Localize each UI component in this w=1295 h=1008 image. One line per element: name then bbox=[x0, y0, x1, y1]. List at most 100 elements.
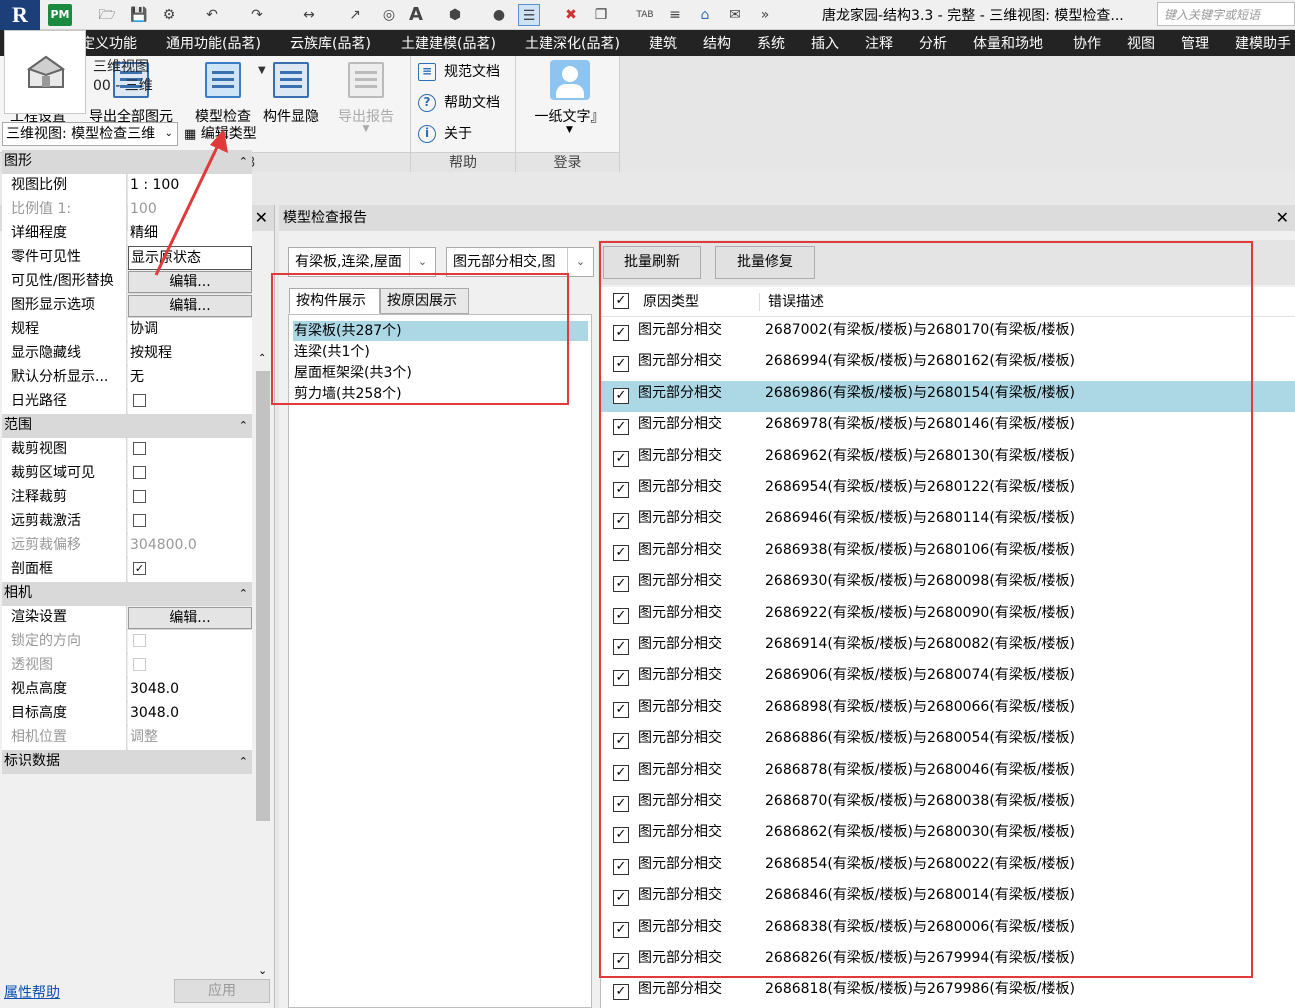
prop-value bbox=[128, 510, 252, 534]
comment-icon[interactable]: ✉ bbox=[724, 4, 746, 26]
prop-name: 显示隐藏线 bbox=[2, 342, 127, 366]
collapse-icon[interactable]: ⌃ bbox=[239, 582, 248, 605]
search-input[interactable]: 键入关键字或短语 bbox=[1157, 2, 1295, 26]
spec-doc-button[interactable]: ≡ 规范文档 bbox=[418, 61, 500, 81]
sliders-icon[interactable]: ≡ bbox=[664, 4, 686, 26]
collapse-icon[interactable]: ⌃ bbox=[239, 414, 248, 437]
section-camera[interactable]: 相机 ⌃ bbox=[2, 582, 252, 606]
annotation-arrow bbox=[154, 129, 228, 276]
pm-plugin-icon[interactable]: PM bbox=[48, 4, 72, 26]
menu-civil-detailing[interactable]: 土建深化(品茗) bbox=[525, 33, 620, 53]
measure-icon[interactable]: ↔ bbox=[298, 4, 320, 26]
prop-name: 视图比例 bbox=[2, 174, 127, 198]
row-checkbox[interactable]: ✓ bbox=[613, 984, 629, 1001]
sync-icon[interactable]: ⚙ bbox=[158, 4, 180, 26]
close-icon[interactable]: ✕ bbox=[255, 205, 268, 231]
tab-icon[interactable]: TAB bbox=[634, 4, 656, 26]
prop-name: 远剪裁偏移 bbox=[2, 534, 127, 558]
checkbox[interactable] bbox=[133, 513, 146, 527]
prop-row: 默认分析显示... 无 bbox=[2, 366, 252, 390]
component-visibility-button[interactable]: 构件显隐 bbox=[259, 60, 323, 126]
model-check-icon bbox=[205, 62, 241, 98]
prop-value[interactable]: 协调 bbox=[128, 318, 252, 342]
menu-analyze[interactable]: 分析 bbox=[919, 33, 947, 53]
table-row[interactable]: ✓ 图元部分相交 2686818(有梁板/楼板)与2679986(有梁板/楼板) bbox=[601, 977, 1295, 1008]
prop-name: 默认分析显示... bbox=[2, 366, 127, 390]
prop-row: 视点高度 3048.0 bbox=[2, 678, 252, 702]
prop-name: 远剪裁激活 bbox=[2, 510, 127, 534]
menu-structure[interactable]: 结构 bbox=[703, 33, 731, 53]
ribbon-group-title: 登录 bbox=[516, 152, 619, 172]
menu-collaborate[interactable]: 协作 bbox=[1073, 33, 1101, 53]
view-type-label: 00 - 三维 bbox=[93, 78, 153, 94]
home-icon[interactable]: ⌂ bbox=[694, 4, 716, 26]
house-3d-icon bbox=[27, 55, 65, 88]
app-logo-icon[interactable]: R bbox=[0, 0, 40, 30]
scroll-up-icon[interactable]: ⌃ bbox=[258, 353, 266, 364]
menu-modeling-assistant[interactable]: 建模助手 bbox=[1235, 33, 1291, 53]
scrollbar-thumb[interactable] bbox=[256, 371, 270, 821]
text-icon[interactable]: A bbox=[405, 4, 427, 26]
user-login-button[interactable]: 一纸文字』 ▼ bbox=[527, 60, 612, 135]
menu-annotate[interactable]: 注释 bbox=[865, 33, 893, 53]
menu-architecture[interactable]: 建筑 bbox=[649, 33, 677, 53]
prop-row: 日光路径 bbox=[2, 390, 252, 414]
menu-view[interactable]: 视图 bbox=[1127, 33, 1155, 53]
properties-scrollbar[interactable]: ⌃ ⌄ bbox=[254, 353, 272, 977]
checkbox-checked[interactable]: ✓ bbox=[133, 561, 146, 575]
menu-civil-modeling[interactable]: 土建建模(品茗) bbox=[401, 33, 496, 53]
prop-row: 注释裁剪 bbox=[2, 486, 252, 510]
tag-icon[interactable]: ◎ bbox=[378, 4, 400, 26]
close-hidden-icon[interactable]: ✖ bbox=[560, 4, 582, 26]
prop-value: 304800.0 bbox=[128, 534, 252, 558]
prop-value[interactable]: 按规程 bbox=[128, 342, 252, 366]
section-identity-data[interactable]: 标识数据 ⌃ bbox=[2, 750, 252, 774]
menu-massing-site[interactable]: 体量和场地 bbox=[973, 33, 1043, 53]
prop-row: 锁定的方向 bbox=[2, 630, 252, 654]
3d-view-icon[interactable]: ⬢ bbox=[444, 4, 466, 26]
menu-general[interactable]: 通用功能(品茗) bbox=[166, 33, 261, 53]
undo-icon[interactable]: ↶ bbox=[201, 4, 223, 26]
menu-family-library[interactable]: 云族库(品茗) bbox=[290, 33, 371, 53]
menu-manage[interactable]: 管理 bbox=[1181, 33, 1209, 53]
section-title: 相机 bbox=[4, 585, 32, 601]
section-icon[interactable]: ● bbox=[488, 4, 510, 26]
properties-help-link[interactable]: 属性帮助 bbox=[4, 982, 60, 1002]
prop-value[interactable]: 无 bbox=[128, 366, 252, 390]
checkbox[interactable] bbox=[133, 441, 146, 455]
collapse-icon[interactable]: ⌃ bbox=[239, 750, 248, 773]
redo-icon[interactable]: ↷ bbox=[246, 4, 268, 26]
component-filter-value: 有梁板,连梁,屋面 bbox=[295, 254, 402, 270]
checkbox[interactable] bbox=[133, 465, 146, 479]
edit-button[interactable]: 编辑... bbox=[128, 295, 252, 317]
component-visibility-label: 构件显隐 bbox=[263, 109, 319, 125]
prop-name: 裁剪区域可见 bbox=[2, 462, 127, 486]
prop-value[interactable]: 3048.0 bbox=[128, 702, 252, 726]
help-doc-button[interactable]: ? 帮助文档 bbox=[418, 92, 500, 112]
section-title: 标识数据 bbox=[4, 753, 60, 769]
close-icon[interactable]: ✕ bbox=[1276, 205, 1289, 231]
prop-row: 远剪裁偏移 304800.0 bbox=[2, 534, 252, 558]
checkbox[interactable] bbox=[133, 489, 146, 503]
switch-windows-icon[interactable]: ❐ bbox=[590, 4, 612, 26]
model-check-button[interactable]: 模型检查 bbox=[191, 60, 255, 126]
type-selector-dropdown-icon[interactable]: ▼ bbox=[258, 65, 266, 76]
section-extents[interactable]: 范围 ⌃ bbox=[2, 414, 252, 438]
thin-lines-icon[interactable]: ☰ bbox=[518, 4, 540, 26]
menu-systems[interactable]: 系统 bbox=[757, 33, 785, 53]
prop-name: 裁剪视图 bbox=[2, 438, 127, 462]
save-icon[interactable]: 💾 bbox=[128, 4, 150, 26]
prop-name: 可见性/图形替换 bbox=[2, 270, 127, 294]
open-icon[interactable]: 🗁 bbox=[96, 4, 118, 26]
ribbon-empty-area bbox=[620, 56, 1295, 172]
more-icon[interactable]: » bbox=[754, 4, 776, 26]
menu-insert[interactable]: 插入 bbox=[811, 33, 839, 53]
prop-value[interactable]: 3048.0 bbox=[128, 678, 252, 702]
collapse-icon[interactable]: ⌃ bbox=[239, 150, 248, 173]
dimension-icon[interactable]: ↗ bbox=[344, 4, 366, 26]
apply-button: 应用 bbox=[174, 979, 270, 1003]
scroll-down-icon[interactable]: ⌄ bbox=[258, 964, 267, 977]
checkbox[interactable] bbox=[133, 393, 146, 407]
edit-button[interactable]: 编辑... bbox=[128, 607, 252, 629]
about-button[interactable]: i 关于 bbox=[418, 123, 472, 143]
